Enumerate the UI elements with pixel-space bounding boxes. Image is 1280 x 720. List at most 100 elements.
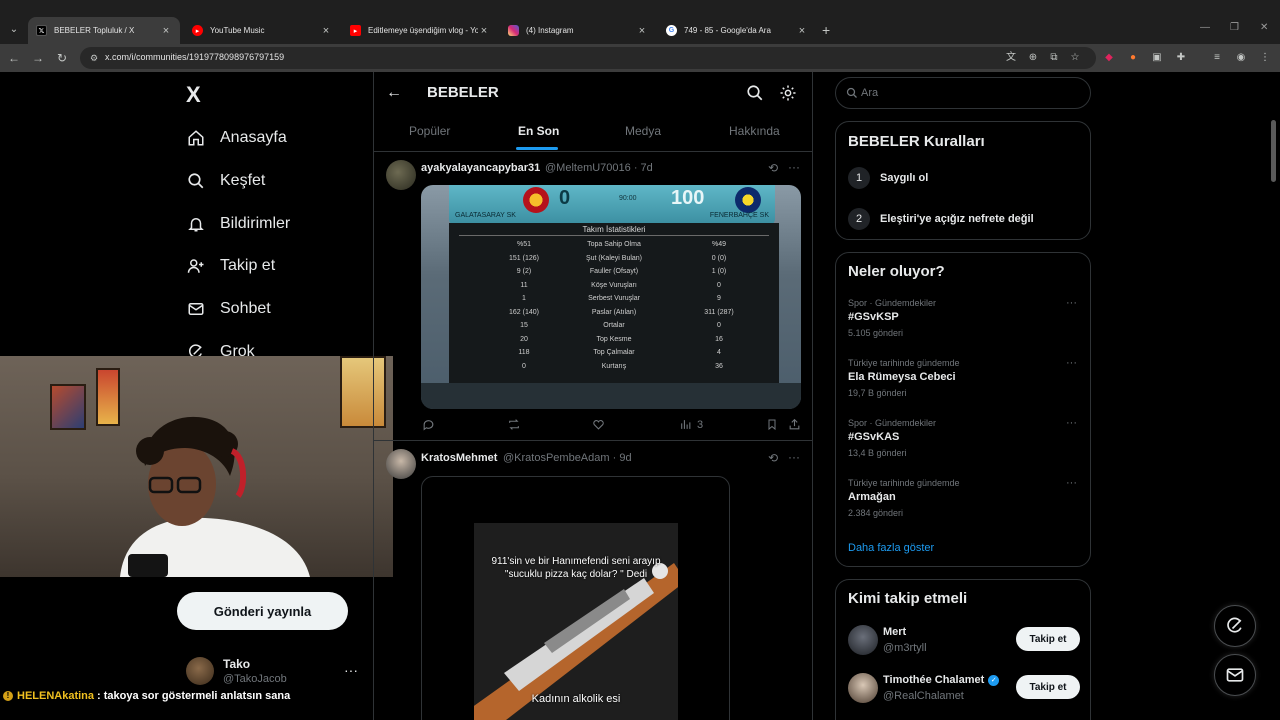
reload-icon[interactable]: ↻ (54, 50, 70, 66)
close-tab-icon[interactable]: × (796, 25, 808, 37)
reply-icon[interactable] (422, 418, 435, 431)
more-icon[interactable]: ··· (344, 662, 358, 678)
page-scrollbar[interactable] (1271, 112, 1277, 712)
browser-tab-youtube-music[interactable]: ▸ YouTube Music × (184, 17, 340, 44)
tab-title: YouTube Music (210, 26, 265, 35)
address-bar[interactable]: ⚙ x.com/i/communities/191977809897679715… (80, 47, 1096, 69)
tab-about[interactable]: Hakkında (729, 124, 780, 138)
tweet-author-name[interactable]: ayakyalayancapybar31 (421, 162, 540, 174)
extension-icon[interactable]: ▣ (1150, 51, 1164, 65)
install-app-icon[interactable]: ⧉ (1047, 51, 1061, 65)
post-button[interactable]: Gönderi yayınla (177, 592, 348, 630)
restore-icon[interactable]: ❐ (1230, 22, 1239, 33)
close-tab-icon[interactable]: × (478, 25, 490, 37)
more-icon[interactable]: ··· (1066, 357, 1077, 369)
tweet-video[interactable]: 911'sin ve bir Hanımefendi seni arayıp "… (421, 476, 730, 720)
trend-name[interactable]: Armağan (848, 491, 896, 503)
profile-icon[interactable]: ◉ (1234, 51, 1248, 65)
zoom-icon[interactable]: ⊕ (1026, 51, 1040, 65)
tab-title: BEBELER Topluluk / X (54, 26, 135, 35)
forward-icon[interactable]: → (30, 50, 46, 66)
stat-home-value: 11 (520, 281, 528, 289)
browser-menu-icon[interactable]: ⋮ (1258, 51, 1272, 65)
new-tab-icon[interactable]: + (822, 22, 830, 38)
tab-media[interactable]: Medya (625, 124, 661, 138)
back-arrow-icon[interactable]: ← (386, 84, 402, 102)
nav-item-chat[interactable]: Sohbet (186, 294, 271, 324)
nav-item-home[interactable]: Anasayfa (186, 123, 287, 153)
browser-tab-youtube-vlog[interactable]: ▸ Editlemeye üşendiğim vlog - Yo × (342, 17, 498, 44)
trend-name[interactable]: #GSvKAS (848, 431, 899, 443)
x-logo-icon[interactable]: X (186, 82, 201, 108)
trend-name[interactable]: Ela Rümeysa Cebeci (848, 371, 956, 383)
close-tab-icon[interactable]: × (160, 25, 172, 37)
more-icon[interactable]: ··· (788, 450, 800, 464)
tab-popular[interactable]: Popüler (409, 124, 450, 138)
grok-analyze-icon[interactable]: ⟲ (768, 451, 778, 465)
stat-away-value: 311 (287) (704, 308, 734, 316)
chat-username: HELENAkatina (17, 690, 95, 702)
grok-fab-button[interactable] (1214, 605, 1256, 647)
avatar[interactable] (848, 673, 878, 703)
more-icon[interactable]: ··· (788, 160, 800, 174)
suggested-user-name[interactable]: Mert (883, 626, 906, 638)
back-icon[interactable]: ← (6, 50, 22, 66)
galatasaray-badge-icon (523, 187, 549, 213)
pitch-strip (421, 383, 801, 409)
nav-item-explore[interactable]: Keşfet (186, 166, 265, 196)
search-input[interactable]: Ara (861, 87, 878, 99)
browser-tab-bebeler[interactable]: 𝕏 BEBELER Topluluk / X × (28, 17, 180, 44)
stat-label: Ortalar (603, 322, 625, 329)
stats-row: 151 (126) Şut (Kaleyi Bulan) 0 (0) (449, 255, 779, 267)
tweet-author-name[interactable]: KratosMehmet (421, 452, 497, 464)
more-icon[interactable]: ··· (1066, 297, 1077, 309)
views-count[interactable]: 3 (679, 418, 703, 431)
avatar[interactable] (386, 449, 416, 479)
grok-analyze-icon[interactable]: ⟲ (768, 161, 778, 175)
suggested-user-name[interactable]: Timothée Chalamet ✓ (883, 674, 1000, 686)
close-tab-icon[interactable]: × (320, 25, 332, 37)
close-tab-icon[interactable]: × (636, 25, 648, 37)
trend-name[interactable]: #GSvKSP (848, 311, 899, 323)
tab-search-icon[interactable]: ⌄ (6, 22, 22, 38)
avatar[interactable] (186, 657, 214, 685)
bookmark-star-icon[interactable]: ☆ (1068, 51, 1082, 65)
gear-icon[interactable] (779, 84, 797, 102)
rules-title: BEBELER Kuralları (848, 133, 985, 150)
close-window-icon[interactable]: ✕ (1260, 22, 1268, 33)
site-info-icon[interactable]: ⚙ (88, 52, 100, 64)
show-more-link[interactable]: Daha fazla göster (848, 542, 934, 554)
like-icon[interactable] (592, 418, 605, 431)
translate-icon[interactable]: 文 (1004, 51, 1018, 65)
stat-away-value: 0 (717, 322, 721, 329)
messages-fab-button[interactable] (1214, 654, 1256, 696)
tweet-image-match-stats[interactable]: 0 90:00 100 GALATASARAY SK FENERBAHÇE SK… (421, 185, 801, 409)
browser-tab-google[interactable]: G 749 - 85 - Google'da Ara × (658, 17, 816, 44)
bookmark-icon[interactable] (766, 418, 778, 431)
away-team: FENERBAHÇE SK (709, 212, 769, 219)
community-header: ← BEBELER Popüler En Son Medya Hakkında (374, 72, 812, 152)
follow-button[interactable]: Takip et (1016, 627, 1080, 651)
avatar[interactable] (848, 625, 878, 655)
extension-red-icon[interactable]: ◆ (1102, 51, 1116, 65)
extension-orange-icon[interactable]: ● (1126, 51, 1140, 65)
rule-text[interactable]: Eleştiri'ye açığız nefrete değil (880, 213, 1034, 225)
nav-item-notifications[interactable]: Bildirimler (186, 209, 290, 239)
more-icon[interactable]: ··· (1066, 477, 1077, 489)
more-icon[interactable]: ··· (1066, 417, 1077, 429)
nav-item-follow[interactable]: Takip et (186, 251, 275, 281)
minimize-icon[interactable]: — (1200, 22, 1210, 33)
repost-icon[interactable] (507, 418, 521, 431)
search-box[interactable]: Ara (835, 77, 1091, 109)
browser-tab-instagram[interactable]: (4) Instagram × (500, 17, 656, 44)
avatar[interactable] (386, 160, 416, 190)
tab-latest[interactable]: En Son (518, 124, 559, 138)
rule-text[interactable]: Saygılı ol (880, 172, 928, 184)
scrollbar-thumb[interactable] (1271, 120, 1276, 182)
extensions-puzzle-icon[interactable]: ✚ (1174, 51, 1188, 65)
media-controls-icon[interactable]: ≡ (1210, 51, 1224, 65)
profile-name[interactable]: Tako (223, 657, 250, 671)
search-icon[interactable] (746, 84, 764, 102)
follow-button[interactable]: Takip et (1016, 675, 1080, 699)
share-icon[interactable] (788, 418, 801, 431)
